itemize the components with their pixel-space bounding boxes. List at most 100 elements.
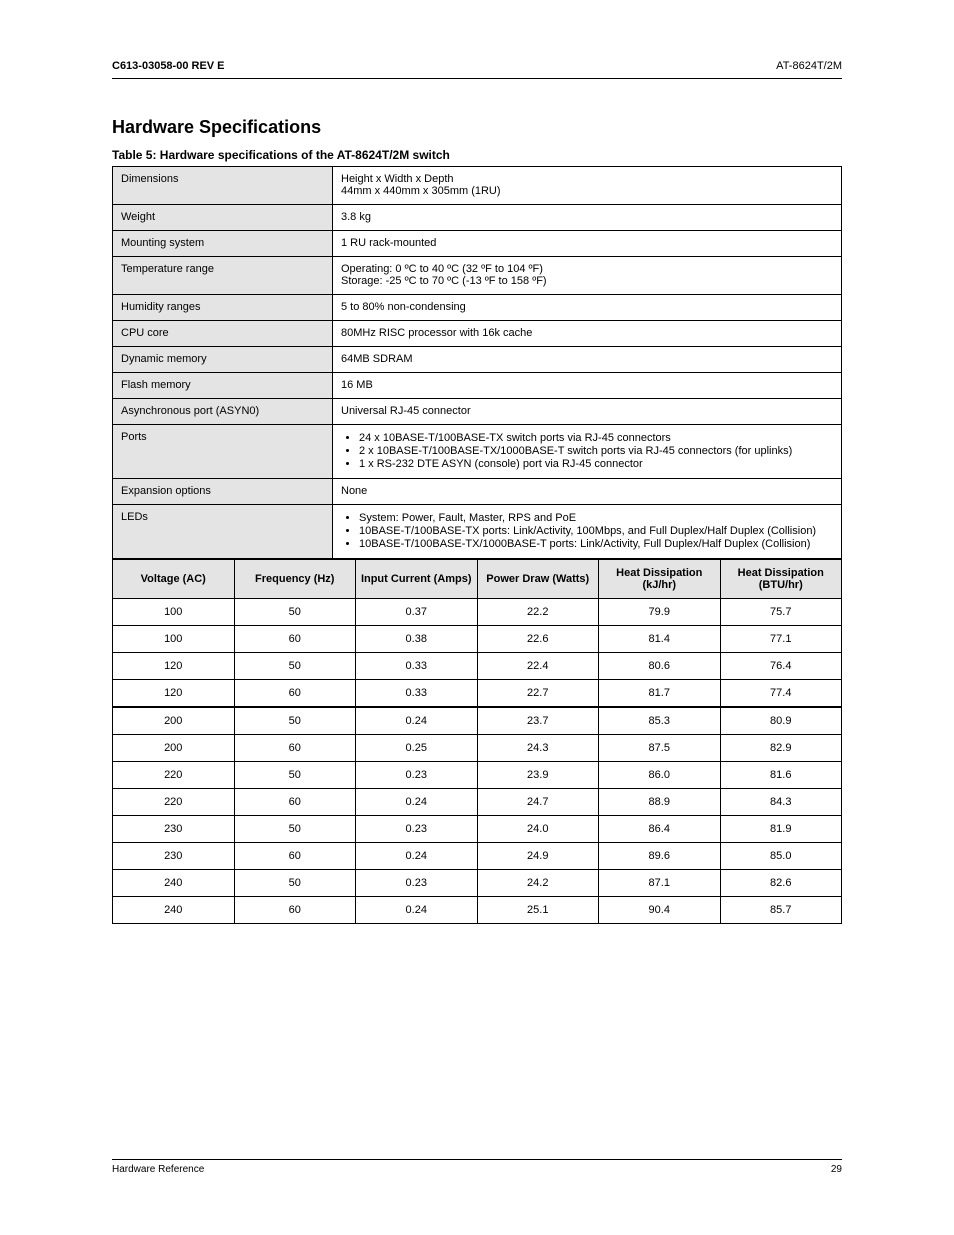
spec-value: System: Power, Fault, Master, RPS and Po… — [333, 505, 842, 559]
rates-cell: 60 — [234, 680, 356, 708]
rates-cell: 22.4 — [477, 653, 599, 680]
rates-cell: 240 — [113, 897, 235, 924]
spec-label: Weight — [113, 205, 333, 231]
rates-cell: 86.4 — [599, 816, 721, 843]
rates-cell: 0.24 — [356, 789, 478, 816]
rates-cell: 88.9 — [599, 789, 721, 816]
spec-value: 80MHz RISC processor with 16k cache — [333, 321, 842, 347]
rates-cell: 240 — [113, 870, 235, 897]
rates-cell: 79.9 — [599, 599, 721, 626]
table-row: Mounting system 1 RU rack-mounted — [113, 231, 842, 257]
rates-cell: 50 — [234, 816, 356, 843]
rates-cell: 50 — [234, 599, 356, 626]
rates-cell: 60 — [234, 789, 356, 816]
rates-cell: 87.1 — [599, 870, 721, 897]
header-right: AT-8624T/2M — [776, 60, 842, 72]
spec-value: 5 to 80% non-condensing — [333, 295, 842, 321]
spec-table: Dimensions Height x Width x Depth 44mm x… — [112, 166, 842, 559]
spec-label: Dimensions — [113, 167, 333, 205]
rates-cell: 85.0 — [720, 843, 842, 870]
footer-rule — [112, 1159, 842, 1160]
rates-col-voltage: Voltage (AC) — [113, 560, 235, 599]
spec-value: 1 RU rack-mounted — [333, 231, 842, 257]
rates-cell: 75.7 — [720, 599, 842, 626]
rates-cell: 23.9 — [477, 762, 599, 789]
header-rule — [112, 78, 842, 79]
rates-cell: 82.6 — [720, 870, 842, 897]
spec-label: Flash memory — [113, 373, 333, 399]
table-row: Weight 3.8 kg — [113, 205, 842, 231]
rates-cell: 23.7 — [477, 707, 599, 735]
rates-cell: 0.37 — [356, 599, 478, 626]
rates-cell: 22.6 — [477, 626, 599, 653]
spec-label: Temperature range — [113, 257, 333, 295]
rates-cell: 86.0 — [599, 762, 721, 789]
rates-cell: 60 — [234, 626, 356, 653]
rates-cell: 24.3 — [477, 735, 599, 762]
rates-cell: 82.9 — [720, 735, 842, 762]
table-row: Humidity ranges 5 to 80% non-condensing — [113, 295, 842, 321]
spec-label: CPU core — [113, 321, 333, 347]
table-row: 220600.2424.788.984.3 — [113, 789, 842, 816]
rates-cell: 120 — [113, 653, 235, 680]
rates-col-current: Input Current (Amps) — [356, 560, 478, 599]
table-row: Flash memory 16 MB — [113, 373, 842, 399]
rates-cell: 50 — [234, 707, 356, 735]
spec-value: Universal RJ-45 connector — [333, 399, 842, 425]
rates-cell: 0.33 — [356, 653, 478, 680]
table-row: 230500.2324.086.481.9 — [113, 816, 842, 843]
table-row: 230600.2424.989.685.0 — [113, 843, 842, 870]
rates-col-heat-kj: Heat Dissipation (kJ/hr) — [599, 560, 721, 599]
rates-col-power: Power Draw (Watts) — [477, 560, 599, 599]
rates-cell: 80.9 — [720, 707, 842, 735]
rates-cell: 120 — [113, 680, 235, 708]
spec-label: Humidity ranges — [113, 295, 333, 321]
spec-value: 3.8 kg — [333, 205, 842, 231]
spec-label: Expansion options — [113, 479, 333, 505]
table-row: LEDs System: Power, Fault, Master, RPS a… — [113, 505, 842, 559]
rates-cell: 87.5 — [599, 735, 721, 762]
rates-cell: 230 — [113, 816, 235, 843]
rates-cell: 220 — [113, 789, 235, 816]
rates-cell: 22.7 — [477, 680, 599, 708]
rates-cell: 25.1 — [477, 897, 599, 924]
spec-value: Height x Width x Depth 44mm x 440mm x 30… — [333, 167, 842, 205]
rates-cell: 24.2 — [477, 870, 599, 897]
spec-label: Mounting system — [113, 231, 333, 257]
footer-right: 29 — [831, 1164, 842, 1175]
rates-cell: 100 — [113, 626, 235, 653]
spec-value: 64MB SDRAM — [333, 347, 842, 373]
rates-cell: 81.7 — [599, 680, 721, 708]
table-row: 200500.2423.785.380.9 — [113, 707, 842, 735]
spec-value: 16 MB — [333, 373, 842, 399]
table-row: Expansion options None — [113, 479, 842, 505]
table-row: 240500.2324.287.182.6 — [113, 870, 842, 897]
table-row: Dimensions Height x Width x Depth 44mm x… — [113, 167, 842, 205]
rates-cell: 50 — [234, 870, 356, 897]
rates-cell: 50 — [234, 653, 356, 680]
spec-label: Dynamic memory — [113, 347, 333, 373]
rates-cell: 81.4 — [599, 626, 721, 653]
spec-value: None — [333, 479, 842, 505]
page-header: C613-03058-00 REV E AT-8624T/2M — [112, 60, 842, 72]
rates-table: Voltage (AC) Frequency (Hz) Input Curren… — [112, 559, 842, 924]
rates-cell: 89.6 — [599, 843, 721, 870]
rates-cell: 50 — [234, 762, 356, 789]
table-row: Ports 24 x 10BASE-T/100BASE-TX switch po… — [113, 425, 842, 479]
rates-cell: 60 — [234, 735, 356, 762]
footer-left: Hardware Reference — [112, 1164, 204, 1175]
rates-cell: 0.23 — [356, 762, 478, 789]
table-row: 100600.3822.681.477.1 — [113, 626, 842, 653]
table-row: 120600.3322.781.777.4 — [113, 680, 842, 708]
table-row: 220500.2323.986.081.6 — [113, 762, 842, 789]
rates-col-frequency: Frequency (Hz) — [234, 560, 356, 599]
rates-col-heat-btu: Heat Dissipation (BTU/hr) — [720, 560, 842, 599]
table-row: 120500.3322.480.676.4 — [113, 653, 842, 680]
rates-cell: 230 — [113, 843, 235, 870]
rates-cell: 22.2 — [477, 599, 599, 626]
table-title: Table 5: Hardware specifications of the … — [112, 148, 842, 162]
rates-cell: 77.1 — [720, 626, 842, 653]
rates-cell: 24.0 — [477, 816, 599, 843]
rates-cell: 0.23 — [356, 870, 478, 897]
spec-label: Asynchronous port (ASYN0) — [113, 399, 333, 425]
